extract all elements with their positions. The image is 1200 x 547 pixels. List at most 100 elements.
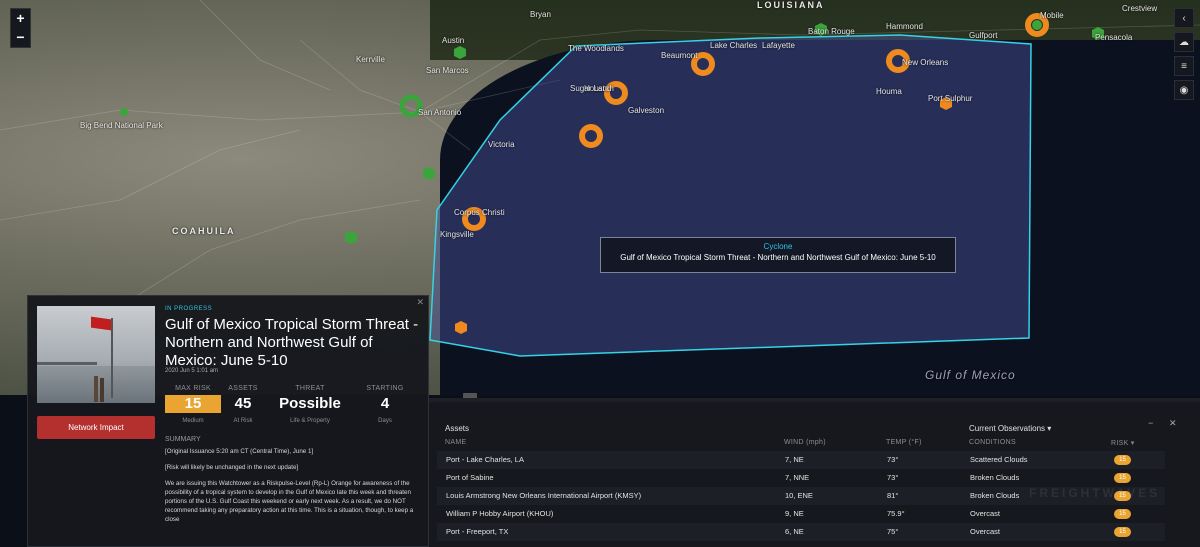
cell-wind: 10, ENE bbox=[785, 491, 813, 500]
cell-wind: 6, NE bbox=[785, 527, 804, 536]
metric-label: ASSETS bbox=[228, 385, 258, 392]
cell-conditions: Broken Clouds bbox=[970, 473, 1020, 482]
metric-assets: ASSETS 45 At Risk bbox=[225, 385, 261, 424]
risk-badge: 15 bbox=[1114, 509, 1131, 519]
assets-value: 45 bbox=[234, 395, 252, 412]
cell-temp: 73° bbox=[887, 473, 899, 482]
event-photo bbox=[37, 306, 155, 403]
map-label-beaumont: Beaumont bbox=[661, 51, 698, 60]
tooltip-type: Cyclone bbox=[763, 242, 793, 251]
cell-wind: 9, NE bbox=[785, 509, 804, 518]
map-label-port-sulphur: Port Sulphur bbox=[928, 94, 973, 103]
map-label-victoria: Victoria bbox=[488, 140, 515, 149]
cell-temp: 73° bbox=[887, 455, 899, 464]
asset-marker-big-bend bbox=[120, 108, 128, 116]
cell-name: Port of Sabine bbox=[446, 473, 494, 482]
cell-wind: 7, NNE bbox=[785, 473, 810, 482]
cell-conditions: Overcast bbox=[970, 527, 1001, 536]
column-header-conditions[interactable]: CONDITIONS bbox=[969, 439, 1016, 446]
column-header-wind[interactable]: WIND (mph) bbox=[784, 439, 826, 446]
asset-marker-laredo bbox=[345, 231, 357, 244]
cell-conditions: Broken Clouds bbox=[970, 491, 1020, 500]
summary-paragraph: We are issuing this Watchtower as a Risk… bbox=[165, 480, 414, 523]
metric-sub: At Risk bbox=[233, 418, 253, 424]
network-impact-button[interactable]: Network Impact bbox=[37, 416, 155, 439]
starting-value: 4 bbox=[380, 395, 390, 412]
photo-post bbox=[100, 378, 104, 402]
map-label-corpus-christi: Corpus Christi bbox=[454, 208, 505, 217]
cell-name: Louis Armstrong New Orleans Internationa… bbox=[446, 491, 642, 500]
map-label-bryan: Bryan bbox=[530, 10, 551, 19]
asset-marker-mobile-inner bbox=[1032, 20, 1042, 30]
map-label-san-marcos: San Marcos bbox=[426, 66, 469, 75]
cell-name: Port - Freeport, TX bbox=[446, 527, 509, 536]
assets-title: Assets bbox=[445, 424, 470, 433]
storm-threat-area[interactable] bbox=[429, 34, 1032, 357]
metric-label: STARTING bbox=[366, 385, 404, 392]
metric-sub: Days bbox=[378, 418, 392, 424]
close-panel-button[interactable]: ✕ bbox=[1169, 418, 1177, 429]
map-label-crestview: Crestview bbox=[1122, 4, 1158, 13]
tooltip-title: Gulf of Mexico Tropical Storm Threat - N… bbox=[620, 253, 936, 262]
map-label-houma: Houma bbox=[876, 87, 902, 96]
cell-conditions: Overcast bbox=[970, 509, 1001, 518]
current-observations-dropdown[interactable]: Current Observations ▾ bbox=[969, 424, 1051, 433]
map-label-gulfport: Gulfport bbox=[969, 31, 998, 40]
event-status: IN PROGRESS bbox=[165, 306, 213, 312]
risk-badge: 15 bbox=[1114, 527, 1131, 537]
layers-icon[interactable]: ≡ bbox=[1174, 56, 1194, 76]
photo-post bbox=[94, 376, 98, 402]
max-risk-value: 15 bbox=[165, 395, 221, 413]
map-label-pensacola: Pensacola bbox=[1095, 33, 1133, 42]
map-label-lake-charles: Lake Charles bbox=[710, 41, 758, 50]
map-label-mobile: Mobile bbox=[1040, 11, 1064, 20]
zoom-out-button[interactable]: − bbox=[11, 28, 30, 47]
cell-temp: 75° bbox=[887, 527, 899, 536]
map-label-hammond: Hammond bbox=[886, 22, 923, 31]
event-issued-time: 2020 Jun 5 1:01 am bbox=[165, 368, 219, 374]
photo-pier bbox=[37, 362, 97, 365]
column-header-risk[interactable]: RISK ▾ bbox=[1111, 439, 1135, 447]
table-row[interactable]: Port - Lake Charles, LA 7, NE 73° Scatte… bbox=[437, 451, 1165, 469]
metric-threat: THREAT Possible Life & Property bbox=[275, 385, 345, 424]
cell-temp: 75.9° bbox=[887, 509, 905, 518]
cell-conditions: Scattered Clouds bbox=[970, 455, 1028, 464]
table-row[interactable]: Port - Freeport, TX 6, NE 75° Overcast 1… bbox=[437, 523, 1165, 541]
cell-wind: 7, NE bbox=[785, 455, 804, 464]
metric-starting: STARTING 4 Days bbox=[364, 385, 406, 424]
cell-temp: 81° bbox=[887, 491, 899, 500]
table-row[interactable]: William P Hobby Airport (KHOU) 9, NE 75.… bbox=[437, 505, 1165, 523]
metric-label: THREAT bbox=[295, 385, 325, 392]
map-label-gulf-of-mexico: Gulf of Mexico bbox=[925, 368, 1016, 382]
column-header-temp[interactable]: TEMP (°F) bbox=[886, 439, 922, 446]
zoom-in-button[interactable]: + bbox=[11, 9, 30, 28]
map-label-kerrville: Kerrville bbox=[356, 55, 385, 64]
photo-flag-pole bbox=[111, 318, 113, 398]
risk-badge: 15 bbox=[1114, 455, 1131, 465]
metric-sub: Life & Property bbox=[290, 418, 330, 424]
zoom-controls: + − bbox=[10, 8, 31, 48]
cell-name: Port - Lake Charles, LA bbox=[446, 455, 524, 464]
table-row[interactable]: Port of Sabine 7, NNE 73° Broken Clouds … bbox=[437, 469, 1165, 487]
watermark: FREIGHTWAVES bbox=[1029, 486, 1161, 500]
storm-tooltip: Cyclone Gulf of Mexico Tropical Storm Th… bbox=[600, 237, 956, 273]
map-label-new-orleans: New Orleans bbox=[902, 58, 949, 67]
minimize-panel-button[interactable]: − bbox=[1148, 418, 1153, 428]
column-header-name[interactable]: NAME bbox=[445, 439, 466, 446]
asset-marker-austin bbox=[454, 46, 466, 59]
threat-value: Possible bbox=[279, 395, 341, 412]
map-label-kingsville: Kingsville bbox=[440, 230, 474, 239]
settings-icon[interactable]: ◉ bbox=[1174, 80, 1194, 100]
collapse-left-icon[interactable]: ‹ bbox=[1174, 8, 1194, 28]
metric-sub: Medium bbox=[182, 418, 204, 424]
map-label-louisiana: LOUISIANA bbox=[757, 0, 825, 10]
map-label-big-bend: Big Bend National Park bbox=[80, 121, 163, 130]
weather-cloud-icon[interactable]: ☁ bbox=[1174, 32, 1194, 52]
map-label-coahuila: COAHUILA bbox=[172, 226, 236, 236]
event-summary: SUMMARY [Original Issuance 5:20 am CT (C… bbox=[165, 436, 423, 531]
event-title: Gulf of Mexico Tropical Storm Threat - N… bbox=[165, 316, 419, 369]
app-root: LOUISIANA COAHUILA Austin San Antonio Ho… bbox=[0, 0, 1200, 547]
metric-label: MAX RISK bbox=[175, 385, 211, 392]
close-icon[interactable]: ✕ bbox=[416, 297, 424, 308]
panel-top-bar bbox=[429, 398, 1200, 402]
